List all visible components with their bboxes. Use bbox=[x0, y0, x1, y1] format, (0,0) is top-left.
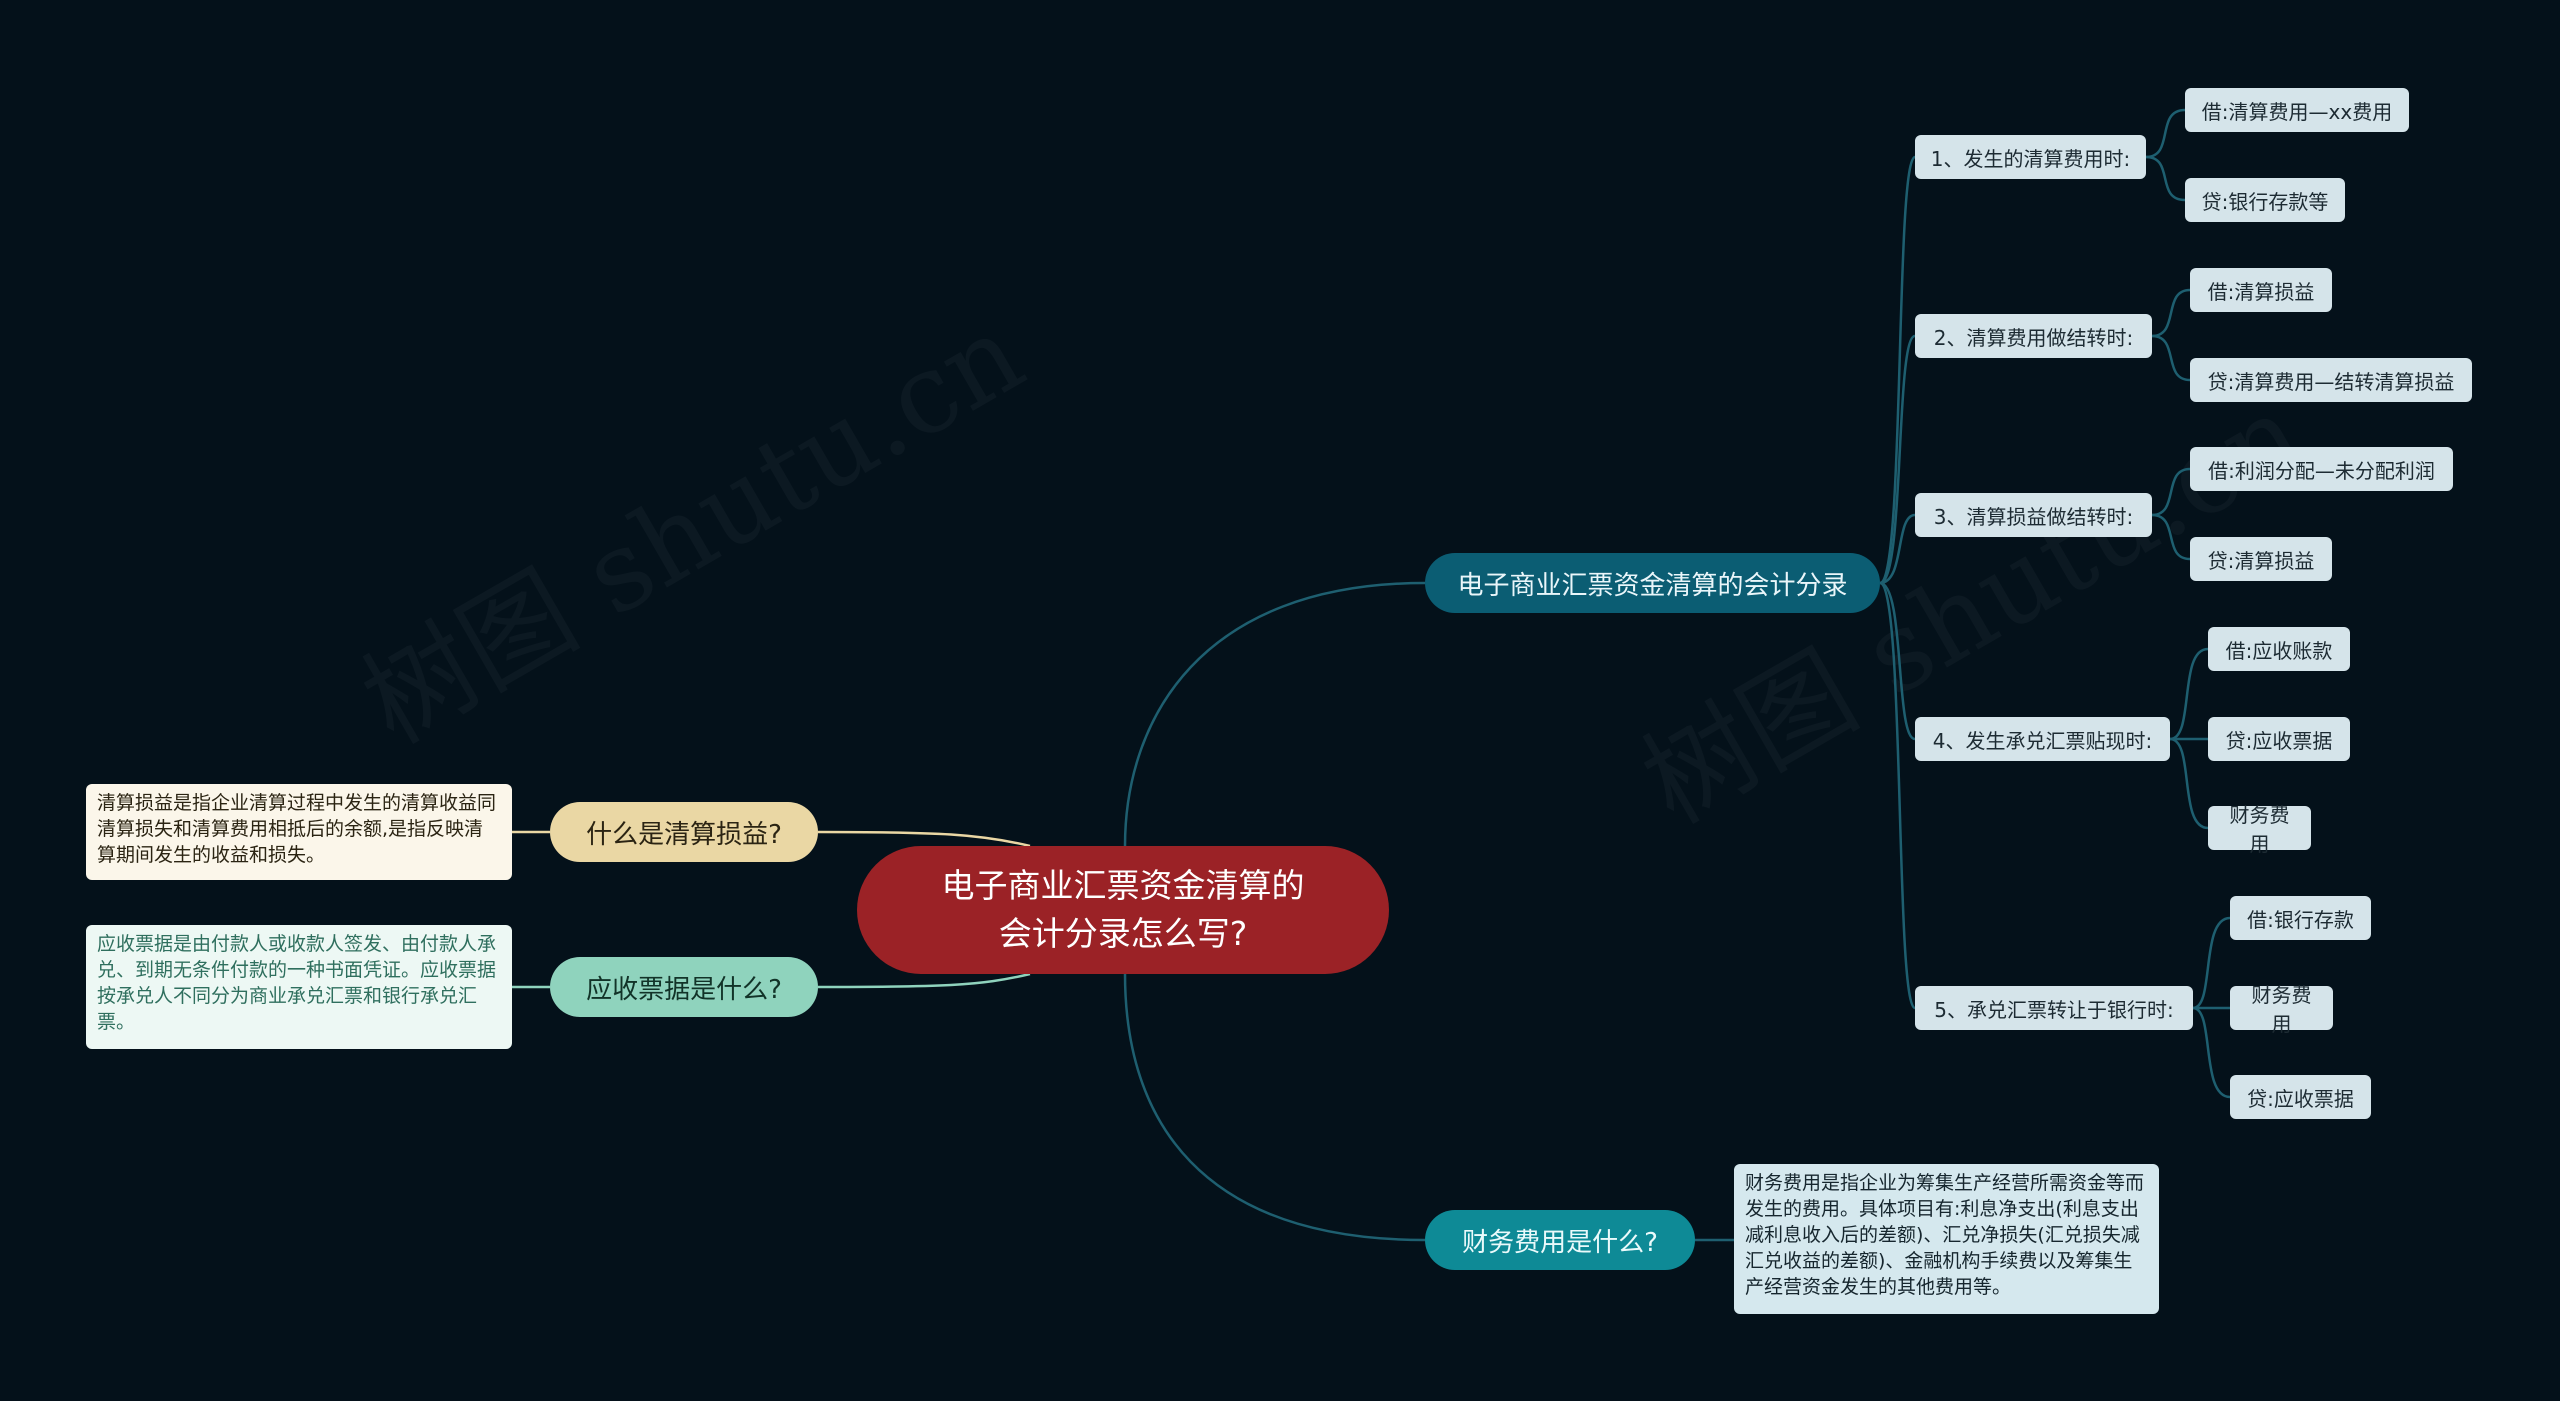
step-3-item-credit[interactable]: 贷:清算损益 bbox=[2190, 537, 2332, 581]
step-4-item-finance-cost[interactable]: 财务费用 bbox=[2208, 803, 2311, 856]
liquidation-pl-description-text: 清算损益是指企业清算过程中发生的清算收益同清算损失和清算费用相抵后的余额,是指反… bbox=[97, 792, 497, 866]
link-main-to-step2 bbox=[1879, 334, 1916, 585]
step-2-item-credit-label: 贷:清算费用—结转清算损益 bbox=[2207, 369, 2455, 394]
link-step2-b bbox=[2151, 334, 2191, 382]
connector-lines bbox=[512, 108, 2231, 1242]
step-4-item-credit[interactable]: 贷:应收票据 bbox=[2208, 717, 2350, 761]
step-1-item-credit-label: 贷:银行存款等 bbox=[2201, 189, 2329, 214]
step-5-item-credit-label: 贷:应收票据 bbox=[2247, 1086, 2354, 1111]
root-topic-line2: 会计分录怎么写? bbox=[998, 914, 1248, 953]
step-3-label: 3、清算损益做结转时: bbox=[1933, 504, 2134, 529]
step-4[interactable]: 4、发生承兑汇票贴现时: bbox=[1915, 717, 2170, 761]
branch-accounting-entries[interactable]: 电子商业汇票资金清算的会计分录 bbox=[1425, 553, 1880, 613]
step-3-item-debit[interactable]: 借:利润分配—未分配利润 bbox=[2190, 447, 2453, 491]
step-4-item-debit[interactable]: 借:应收账款 bbox=[2208, 627, 2350, 671]
link-root-to-caiwu bbox=[1123, 973, 1426, 1242]
step-1-item-debit-label: 借:清算费用—xx费用 bbox=[2201, 99, 2393, 124]
branch-finance-cost[interactable]: 财务费用是什么? bbox=[1425, 1210, 1695, 1270]
link-root-to-qingsuan bbox=[817, 830, 1031, 848]
link-step1-b bbox=[2145, 155, 2186, 202]
link-step1-a bbox=[2145, 108, 2186, 159]
branch-finance-cost-label: 财务费用是什么? bbox=[1462, 1227, 1658, 1258]
step-3-item-debit-label: 借:利润分配—未分配利润 bbox=[2208, 458, 2435, 483]
link-main-to-step1 bbox=[1878, 155, 1917, 585]
step-1[interactable]: 1、发生的清算费用时: bbox=[1915, 135, 2146, 179]
step-4-item-debit-label: 借:应收账款 bbox=[2225, 638, 2333, 663]
step-2-item-credit[interactable]: 贷:清算费用—结转清算损益 bbox=[2190, 358, 2472, 402]
branch-accounting-entries-label: 电子商业汇票资金清算的会计分录 bbox=[1457, 570, 1848, 601]
step-5-item-finance-cost-label: 财务费用 bbox=[2251, 983, 2312, 1036]
step-5-label: 5、承兑汇票转让于银行时: bbox=[1934, 997, 2174, 1022]
step-1-item-debit[interactable]: 借:清算费用—xx费用 bbox=[2185, 88, 2409, 132]
link-step5-c bbox=[2192, 1006, 2231, 1099]
step-5-item-finance-cost[interactable]: 财务费用 bbox=[2230, 983, 2333, 1036]
link-step2-a bbox=[2151, 288, 2191, 338]
step-5[interactable]: 5、承兑汇票转让于银行时: bbox=[1915, 986, 2193, 1030]
step-2[interactable]: 2、清算费用做结转时: bbox=[1915, 314, 2152, 358]
link-root-to-accounting bbox=[1123, 581, 1426, 847]
root-topic[interactable]: 电子商业汇票资金清算的 会计分录怎么写? bbox=[857, 846, 1389, 974]
step-5-item-debit-label: 借:银行存款 bbox=[2247, 907, 2354, 932]
step-1-item-credit[interactable]: 贷:银行存款等 bbox=[2185, 178, 2345, 222]
branch-liquidation-pl-label: 什么是清算损益? bbox=[586, 819, 782, 850]
link-step4-c bbox=[2169, 737, 2209, 830]
root-topic-line1: 电子商业汇票资金清算的 bbox=[941, 866, 1305, 905]
link-step4-a bbox=[2169, 647, 2209, 741]
branch-notes-receivable-label: 应收票据是什么? bbox=[586, 974, 782, 1005]
step-4-item-credit-label: 贷:应收票据 bbox=[2225, 728, 2333, 753]
notes-receivable-description: 应收票据是由付款人或收款人签发、由付款人承兑、到期无条件付款的一种书面凭证。应收… bbox=[86, 925, 512, 1049]
link-step5-a bbox=[2192, 916, 2231, 1010]
step-2-label: 2、清算费用做结转时: bbox=[1933, 325, 2134, 350]
step-4-label: 4、发生承兑汇票贴现时: bbox=[1932, 728, 2153, 753]
branch-notes-receivable[interactable]: 应收票据是什么? bbox=[550, 957, 818, 1017]
step-3[interactable]: 3、清算损益做结转时: bbox=[1915, 493, 2152, 537]
liquidation-pl-description: 清算损益是指企业清算过程中发生的清算收益同清算损失和清算费用相抵后的余额,是指反… bbox=[86, 784, 512, 880]
step-4-item-finance-cost-label: 财务费用 bbox=[2229, 803, 2290, 856]
finance-cost-description: 财务费用是指企业为筹集生产经营所需资金等而发生的费用。具体项目有:利息净支出(利… bbox=[1734, 1164, 2159, 1314]
step-5-item-debit[interactable]: 借:银行存款 bbox=[2230, 896, 2371, 940]
step-1-label: 1、发生的清算费用时: bbox=[1930, 146, 2131, 171]
step-3-item-credit-label: 贷:清算损益 bbox=[2207, 548, 2315, 573]
link-step3-b bbox=[2151, 513, 2191, 561]
notes-receivable-description-text: 应收票据是由付款人或收款人签发、由付款人承兑、到期无条件付款的一种书面凭证。应收… bbox=[97, 933, 497, 1033]
branch-liquidation-pl[interactable]: 什么是清算损益? bbox=[550, 802, 818, 862]
link-root-to-yingshou bbox=[817, 972, 1031, 989]
step-2-item-debit-label: 借:清算损益 bbox=[2207, 279, 2315, 304]
step-5-item-credit[interactable]: 贷:应收票据 bbox=[2230, 1075, 2371, 1119]
link-step3-a bbox=[2151, 467, 2191, 517]
step-2-item-debit[interactable]: 借:清算损益 bbox=[2190, 268, 2332, 312]
finance-cost-description-text: 财务费用是指企业为筹集生产经营所需资金等而发生的费用。具体项目有:利息净支出(利… bbox=[1745, 1172, 2145, 1298]
